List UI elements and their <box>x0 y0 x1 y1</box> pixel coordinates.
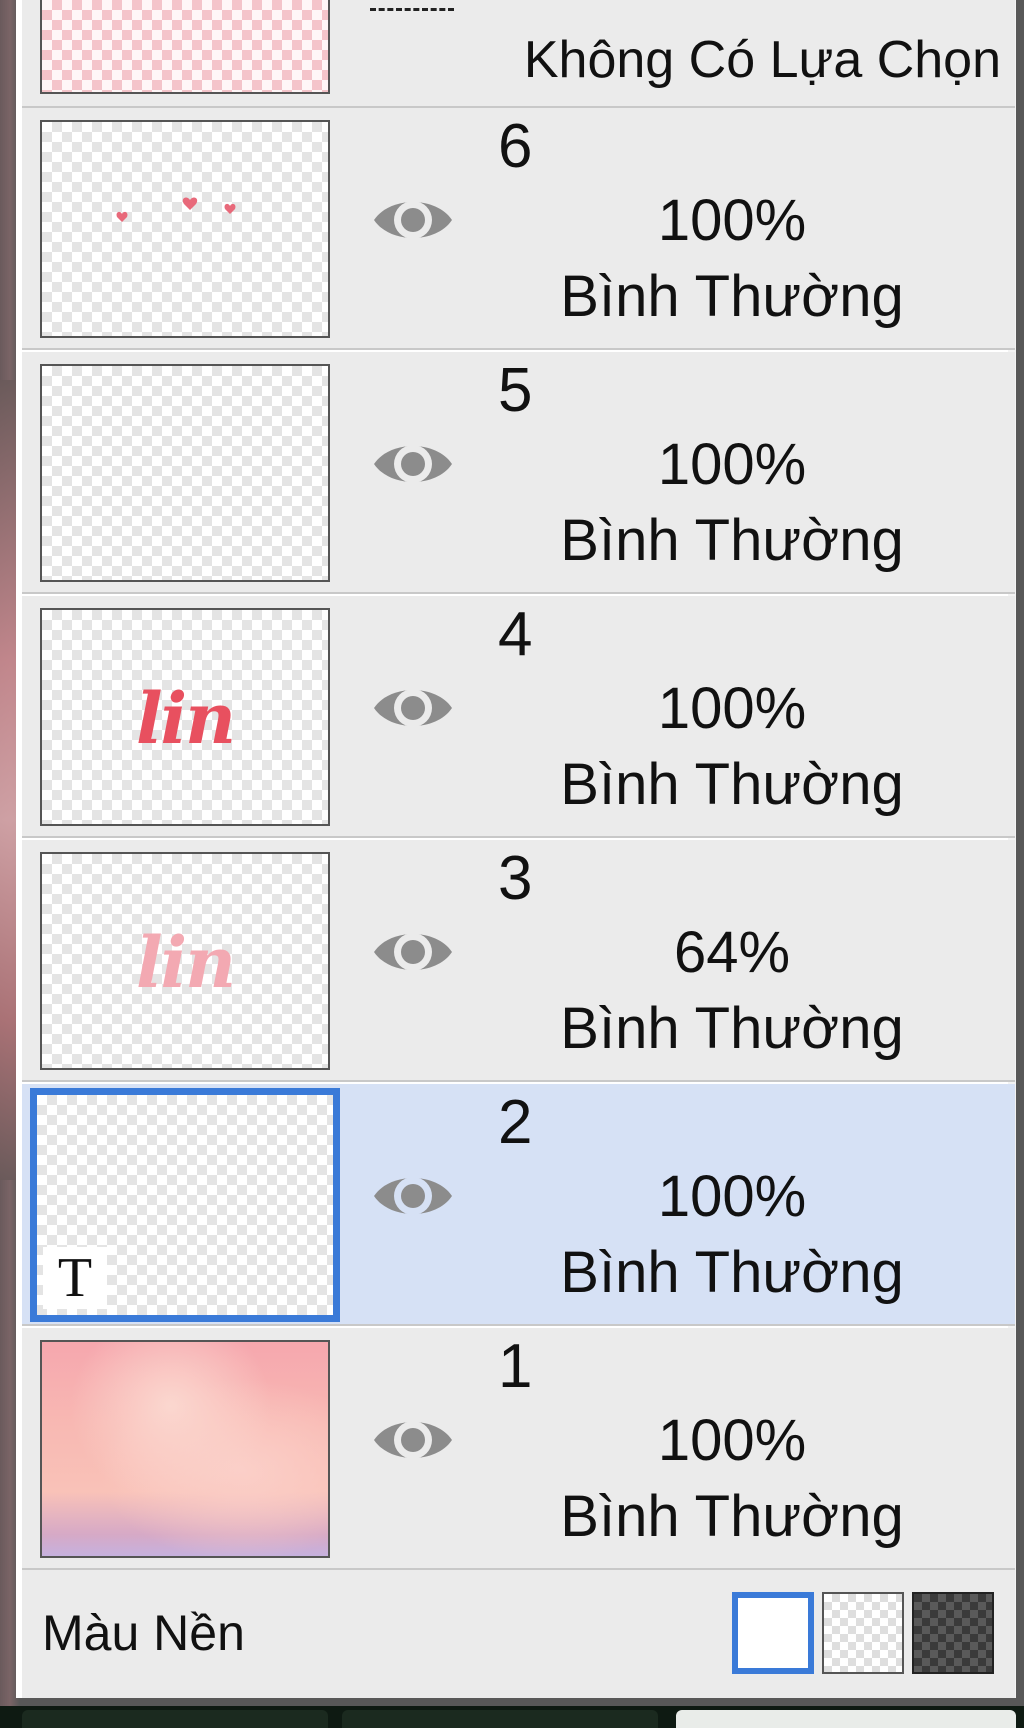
eye-icon[interactable] <box>372 1410 454 1470</box>
selection-layer-row[interactable]: Không Có Lựa Chọn <box>22 0 1015 108</box>
eye-icon[interactable] <box>372 922 454 982</box>
layer-opacity[interactable]: 100% <box>582 1412 882 1470</box>
layer-name: 2 <box>498 1088 533 1157</box>
text-layer-icon: T <box>43 1247 107 1309</box>
heart-shape <box>116 211 128 222</box>
bottom-toolbar-edge <box>0 1706 1024 1728</box>
eye-icon[interactable] <box>372 1166 454 1226</box>
toolbar-tab[interactable] <box>676 1710 1016 1728</box>
layer-row-5[interactable]: 5 100% Bình Thường <box>22 352 1015 594</box>
layer-name: 4 <box>498 600 533 669</box>
layer-name: 3 <box>498 844 533 913</box>
background-white-swatch[interactable] <box>732 1592 814 1674</box>
layer-opacity[interactable]: 100% <box>582 1168 882 1226</box>
layer-name: 5 <box>498 356 533 425</box>
background-color-bar: Màu Nền <box>22 1570 1015 1698</box>
toolbar-tab[interactable] <box>22 1710 328 1728</box>
layers-panel: Không Có Lựa Chọn 6 100% Bình Thường 5 1… <box>22 0 1015 1700</box>
selection-layer-label: Không Có Lựa Chọn <box>523 31 1001 89</box>
layer-name: 6 <box>498 112 533 181</box>
layer-blend-mode[interactable]: Bình Thường <box>542 1244 922 1302</box>
selection-layer-thumbnail <box>40 0 330 94</box>
layer-row-1[interactable]: 1 100% Bình Thường <box>22 1328 1015 1570</box>
lin-text-art: lin <box>135 677 236 760</box>
layer-blend-mode[interactable]: Bình Thường <box>542 512 922 570</box>
layer-row-2[interactable]: T 2 100% Bình Thường <box>22 1084 1015 1326</box>
layer-thumbnail-3[interactable]: lin <box>40 852 330 1070</box>
background-transparent-swatch[interactable] <box>822 1592 904 1674</box>
hearts-art <box>116 197 236 222</box>
lin-text-faded-art: lin <box>135 921 236 1004</box>
layer-opacity[interactable]: 100% <box>582 436 882 494</box>
layer-blend-mode[interactable]: Bình Thường <box>542 1488 922 1546</box>
layer-thumbnail-4[interactable]: lin <box>40 608 330 826</box>
layer-name: 1 <box>498 1332 533 1401</box>
heart-shape <box>224 203 236 214</box>
layer-thumbnail-5[interactable] <box>40 364 330 582</box>
eye-icon[interactable] <box>372 434 454 494</box>
layer-thumbnail-2[interactable]: T <box>30 1088 340 1322</box>
layer-row-3[interactable]: lin 3 64% Bình Thường <box>22 840 1015 1082</box>
layer-thumbnail-6[interactable] <box>40 120 330 338</box>
layer-row-4[interactable]: lin 4 100% Bình Thường <box>22 596 1015 838</box>
layer-opacity[interactable]: 100% <box>582 680 882 738</box>
background-dark-checker-swatch[interactable] <box>912 1592 994 1674</box>
selection-marquee-icon <box>370 8 454 19</box>
layer-blend-mode[interactable]: Bình Thường <box>542 756 922 814</box>
layer-opacity[interactable]: 100% <box>582 192 882 250</box>
layer-thumbnail-1[interactable] <box>40 1340 330 1558</box>
background-color-label: Màu Nền <box>42 1605 245 1661</box>
layer-opacity[interactable]: 64% <box>582 924 882 982</box>
layer-row-6[interactable]: 6 100% Bình Thường <box>22 108 1015 350</box>
layer-blend-mode[interactable]: Bình Thường <box>542 1000 922 1058</box>
layer-blend-mode[interactable]: Bình Thường <box>542 268 922 326</box>
toolbar-tab[interactable] <box>342 1710 658 1728</box>
heart-shape <box>182 197 198 210</box>
eye-icon[interactable] <box>372 190 454 250</box>
eye-icon[interactable] <box>372 678 454 738</box>
